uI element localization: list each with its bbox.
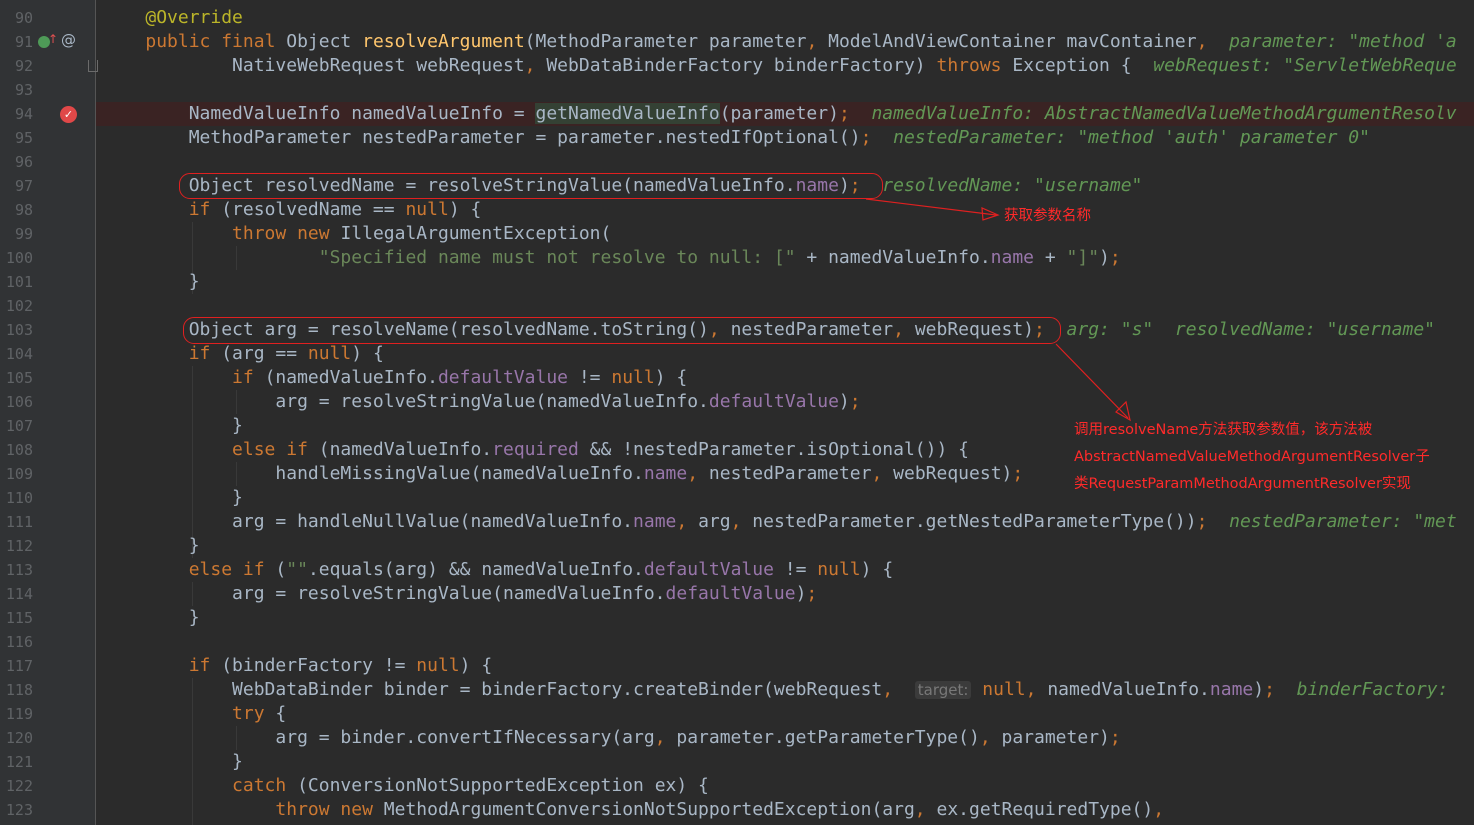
note-resolve-name-line3: 类RequestParamMethodArgumentResolver实现 (1074, 476, 1411, 492)
arrow-to-note-1 (865, 198, 997, 216)
note-resolve-name-line2: AbstractNamedValueMethodArgumentResolver… (1074, 449, 1430, 465)
annotation-arrows (865, 198, 1131, 422)
note-resolve-name-line1: 调用resolveName方法获取参数值，该方法被 (1074, 422, 1373, 438)
arrow-to-note-2 (1055, 343, 1129, 419)
note-get-param-name: 获取参数名称 (1004, 208, 1091, 224)
